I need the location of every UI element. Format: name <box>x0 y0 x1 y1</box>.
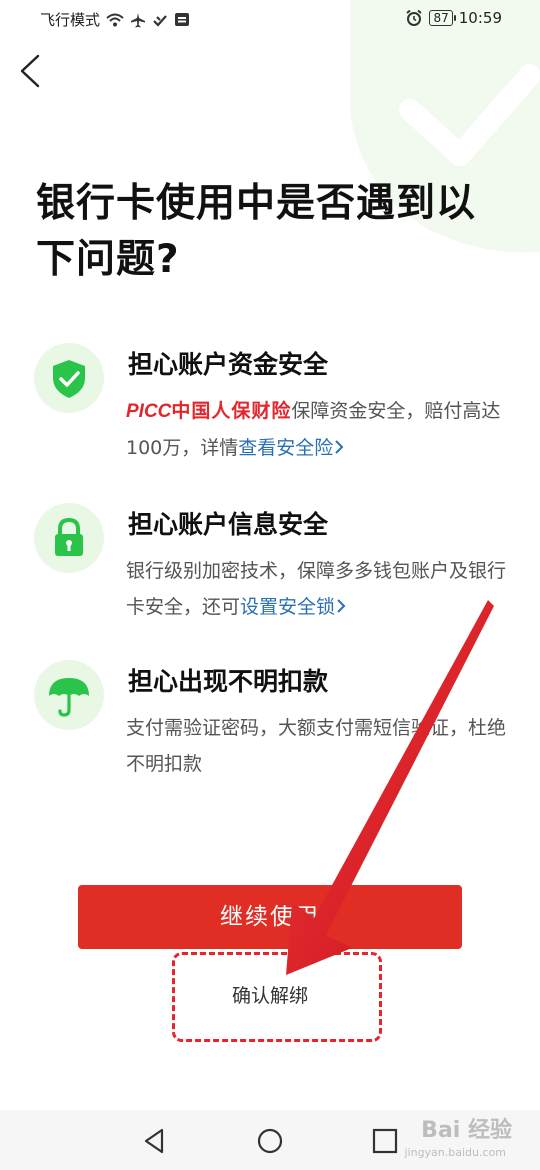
clock-time: 10:59 <box>458 9 502 27</box>
item-description: 支付需验证密码，大额支付需短信验证，杜绝不明扣款 <box>126 717 507 775</box>
item-description: 银行级别加密技术，保障多多钱包账户及银行卡安全，还可设置安全锁 <box>126 553 514 625</box>
chevron-right-icon <box>337 599 346 613</box>
status-left: 飞行模式 <box>40 9 190 30</box>
airplane-icon <box>131 12 146 27</box>
view-insurance-link[interactable]: 查看安全险 <box>238 437 333 459</box>
item-title: 担心出现不明扣款 <box>128 667 329 696</box>
battery-icon: 87 <box>429 10 457 26</box>
picc-logo: PICC <box>126 401 172 422</box>
wifi-icon <box>106 13 124 26</box>
back-button[interactable] <box>14 48 54 94</box>
nav-back-icon[interactable] <box>140 1126 170 1156</box>
item-title: 担心账户信息安全 <box>128 510 329 539</box>
item-title: 担心账户资金安全 <box>128 350 329 379</box>
page-title: 银行卡使用中是否遇到以下问题? <box>36 181 477 282</box>
airplane-mode-label: 飞行模式 <box>40 11 101 29</box>
nav-recents-icon[interactable] <box>370 1126 400 1156</box>
status-right: 87 10:59 <box>405 9 502 27</box>
set-security-lock-link[interactable]: 设置安全锁 <box>240 596 335 618</box>
status-bar: 飞行模式 87 10:59 <box>0 0 540 36</box>
umbrella-icon <box>34 660 104 730</box>
lock-icon <box>34 503 104 573</box>
shield-check-icon <box>34 343 104 413</box>
continue-using-button[interactable]: 继续使用 <box>78 885 462 949</box>
alarm-icon <box>406 9 423 26</box>
sim-icon <box>175 13 190 26</box>
baidu-watermark: Bai 经验 <box>421 1118 512 1143</box>
picc-brand-name: 中国人保财险 <box>171 400 292 422</box>
link-icon <box>153 14 167 27</box>
chevron-right-icon <box>335 440 344 454</box>
confirm-unbind-button[interactable]: 确认解绑 <box>200 978 340 1014</box>
item-description: PICC中国人保财险保障资金安全，赔付高达100万，详情查看安全险 <box>126 393 514 466</box>
baidu-watermark-url: jingyan.baidu.com <box>404 1146 506 1159</box>
nav-home-icon[interactable] <box>255 1126 285 1156</box>
